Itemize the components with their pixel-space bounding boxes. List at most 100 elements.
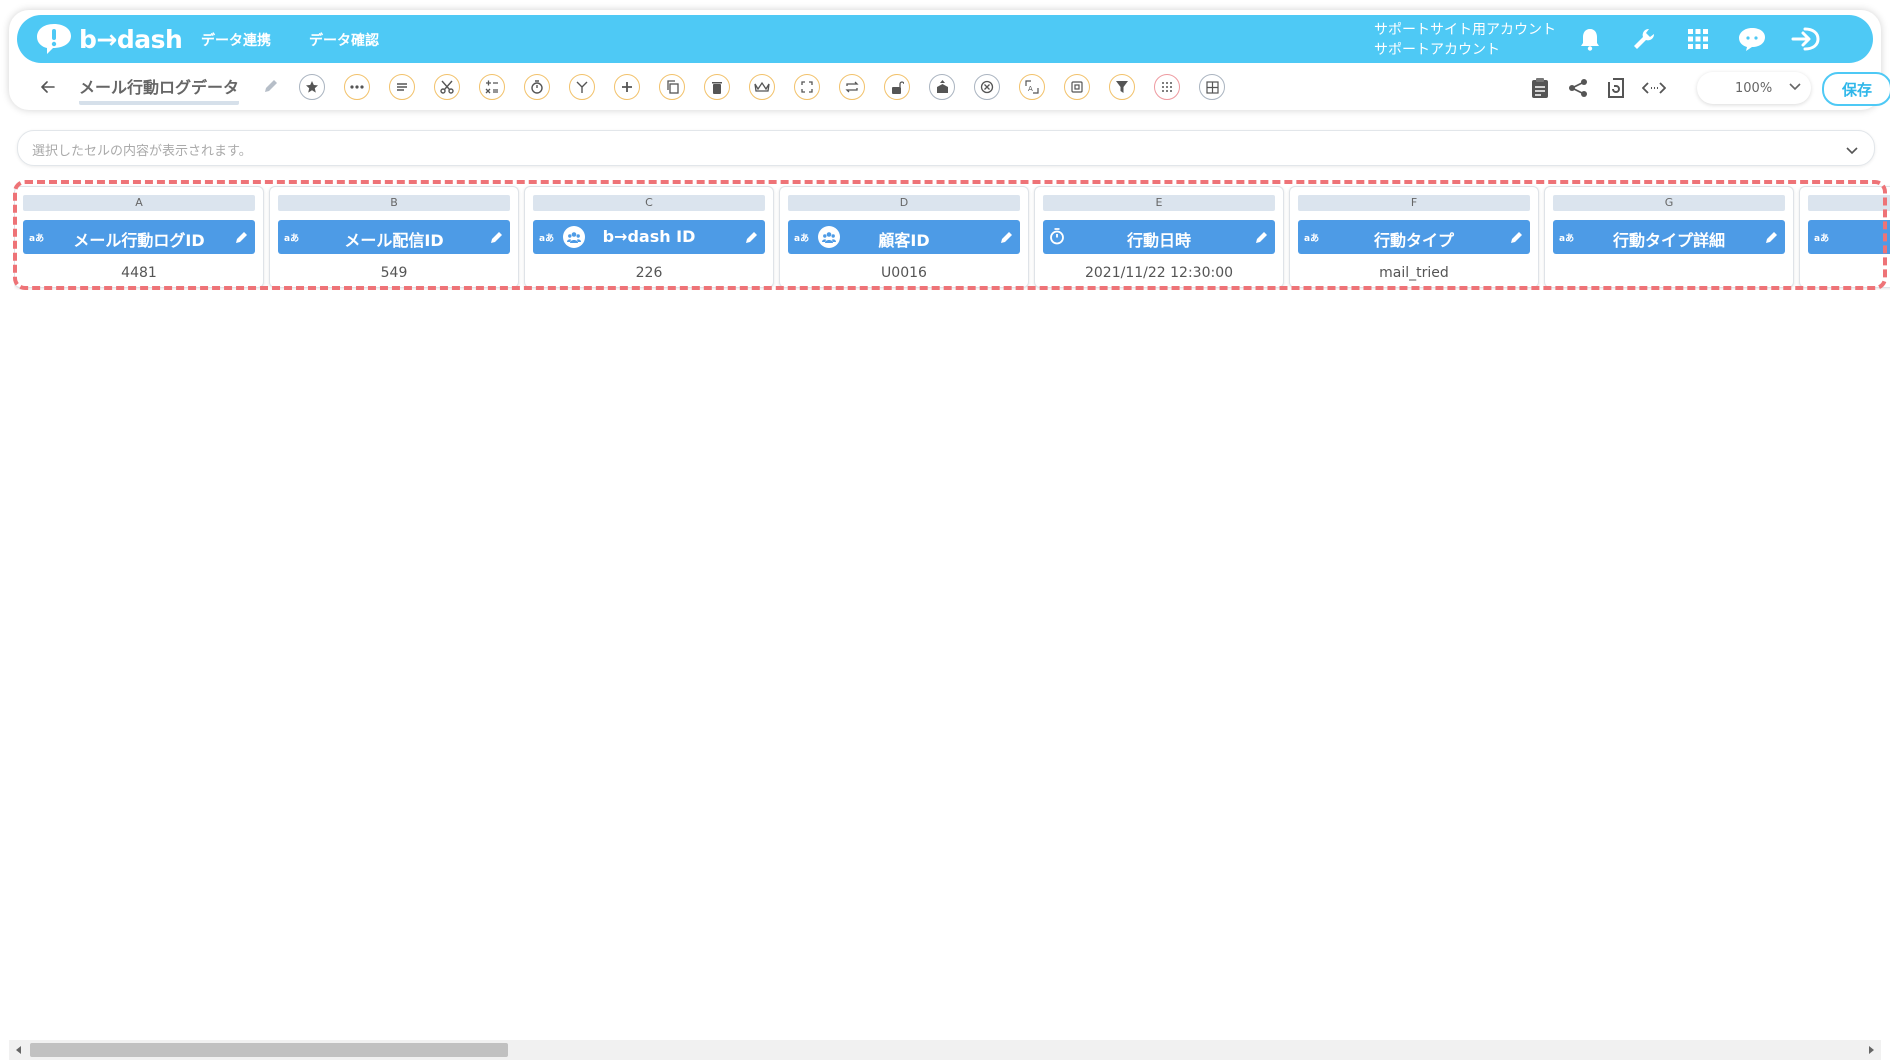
column-card[interactable]: F aあ 行動タイプ mail_tried <box>1289 186 1539 288</box>
timer-icon[interactable] <box>524 74 550 100</box>
more-icon[interactable] <box>344 74 370 100</box>
clipboard-icon[interactable] <box>1528 76 1552 100</box>
upload-icon[interactable] <box>929 74 955 100</box>
scissors-icon[interactable] <box>434 74 460 100</box>
column-value[interactable]: 226 <box>525 265 773 281</box>
pencil-icon[interactable] <box>1765 229 1779 248</box>
lock-icon[interactable] <box>884 74 910 100</box>
column-name: 行動日時 <box>1126 231 1191 250</box>
column-header[interactable]: aあ 顧客ID <box>788 220 1020 254</box>
code-icon[interactable] <box>1642 76 1666 100</box>
close-circle-icon[interactable] <box>974 74 1000 100</box>
pencil-icon[interactable] <box>1000 229 1014 248</box>
wrench-icon[interactable] <box>1629 24 1659 54</box>
replace-icon[interactable]: A <box>1019 74 1045 100</box>
column-name: b→dash ID <box>602 227 696 246</box>
back-arrow-icon[interactable] <box>37 76 59 98</box>
column-list: A aあ メール行動ログID 4481 B aあ メール配信ID 549 C a… <box>14 182 1890 290</box>
pencil-icon[interactable] <box>1255 229 1269 248</box>
cell-content-bar[interactable]: 選択したセルの内容が表示されます。 <box>17 130 1875 166</box>
column-name: 行動タイプ <box>1373 231 1454 250</box>
trash-icon[interactable] <box>704 74 730 100</box>
text-type-icon: aあ <box>1814 234 1830 244</box>
app-logo[interactable]: b→dash <box>35 22 183 56</box>
chat-icon[interactable] <box>1737 24 1767 54</box>
pencil-icon[interactable] <box>235 229 249 248</box>
dots-grid-icon[interactable] <box>1154 74 1180 100</box>
save-button[interactable]: 保存 <box>1822 72 1890 106</box>
column-name: 行動タイプ詳細 <box>1612 231 1725 250</box>
chevron-down-icon[interactable] <box>1846 140 1858 159</box>
column-value[interactable]: mail_tried <box>1290 265 1538 281</box>
title-edit-pencil-icon[interactable] <box>263 78 279 98</box>
svg-text:A: A <box>1028 85 1033 93</box>
column-header[interactable]: aあ 行動タイプ詳細 <box>1553 220 1785 254</box>
logout-icon[interactable] <box>1791 24 1821 54</box>
column-header[interactable]: 行動日時 <box>1043 220 1275 254</box>
zoom-select[interactable]: 100% <box>1697 72 1811 104</box>
column-value[interactable]: 4481 <box>15 265 263 281</box>
column-card[interactable]: D aあ 顧客ID U0016 <box>779 186 1029 288</box>
column-header[interactable]: aあ メール行動ログID <box>23 220 255 254</box>
scrollbar-thumb[interactable] <box>30 1043 508 1057</box>
column-name: 顧客ID <box>878 231 930 250</box>
plus-icon[interactable] <box>614 74 640 100</box>
nav-data-integration[interactable]: データ連携 <box>201 30 271 50</box>
data-title[interactable]: メール行動ログデータ <box>79 74 240 105</box>
bell-icon[interactable] <box>1575 24 1605 54</box>
column-value[interactable]: U0016 <box>780 265 1028 281</box>
column-card[interactable]: E 行動日時 2021/11/22 12:30:00 <box>1034 186 1284 288</box>
column-value[interactable]: 2021/11/22 12:30:00 <box>1035 265 1283 281</box>
column-letter <box>1808 195 1890 211</box>
pencil-icon[interactable] <box>490 229 504 248</box>
scroll-left-arrow-icon[interactable] <box>13 1044 25 1056</box>
pencil-icon[interactable] <box>745 229 759 248</box>
column-card[interactable]: A aあ メール行動ログID 4481 <box>14 186 264 288</box>
zoom-value: 100% <box>1735 80 1773 96</box>
column-letter: D <box>788 195 1020 211</box>
column-header[interactable]: aあ 行動タイプ <box>1298 220 1530 254</box>
column-letter: E <box>1043 195 1275 211</box>
list-icon[interactable] <box>389 74 415 100</box>
editor-toolbar: メール行動ログデータ A 100% 保存 <box>17 70 1890 106</box>
column-value[interactable]: 549 <box>270 265 518 281</box>
account-info[interactable]: サポートサイト用アカウント サポートアカウント <box>1374 20 1556 60</box>
column-card[interactable]: aあ <box>1799 186 1890 288</box>
column-name: メール配信ID <box>344 231 444 250</box>
column-letter: C <box>533 195 765 211</box>
column-letter: B <box>278 195 510 211</box>
column-card[interactable]: B aあ メール配信ID 549 <box>269 186 519 288</box>
horizontal-scrollbar[interactable] <box>9 1040 1881 1060</box>
table-icon[interactable] <box>1199 74 1225 100</box>
column-name: メール行動ログID <box>73 231 205 250</box>
column-header[interactable]: aあ メール配信ID <box>278 220 510 254</box>
column-letter: G <box>1553 195 1785 211</box>
logo-text: b→dash <box>79 24 183 54</box>
star-icon[interactable] <box>299 74 325 100</box>
logo-bubble-icon <box>37 24 71 54</box>
branch-icon[interactable] <box>569 74 595 100</box>
repeat-icon[interactable] <box>839 74 865 100</box>
column-header[interactable]: aあ b→dash ID <box>533 220 765 254</box>
nav-data-check[interactable]: データ確認 <box>309 30 379 50</box>
scroll-right-arrow-icon[interactable] <box>1865 1044 1877 1056</box>
calc-icon[interactable] <box>479 74 505 100</box>
column-card[interactable]: C aあ b→dash ID 226 <box>524 186 774 288</box>
share-icon[interactable] <box>1566 76 1590 100</box>
chevron-down-icon <box>1789 80 1801 95</box>
box-icon[interactable] <box>1064 74 1090 100</box>
expand-icon[interactable] <box>794 74 820 100</box>
copy-icon[interactable] <box>659 74 685 100</box>
filter-icon[interactable] <box>1109 74 1135 100</box>
top-navigation-bar: b→dash データ連携 データ確認 サポートサイト用アカウント サポートアカウ… <box>17 15 1873 63</box>
crown-icon[interactable] <box>749 74 775 100</box>
history-icon[interactable] <box>1604 76 1628 100</box>
pencil-icon[interactable] <box>1510 229 1524 248</box>
apps-grid-icon[interactable] <box>1683 24 1713 54</box>
column-letter: A <box>23 195 255 211</box>
cell-content-placeholder: 選択したセルの内容が表示されます。 <box>32 144 252 159</box>
column-header[interactable]: aあ <box>1808 220 1890 254</box>
account-name: サポートアカウント <box>1374 42 1500 58</box>
column-letter: F <box>1298 195 1530 211</box>
column-card[interactable]: G aあ 行動タイプ詳細 <box>1544 186 1794 288</box>
